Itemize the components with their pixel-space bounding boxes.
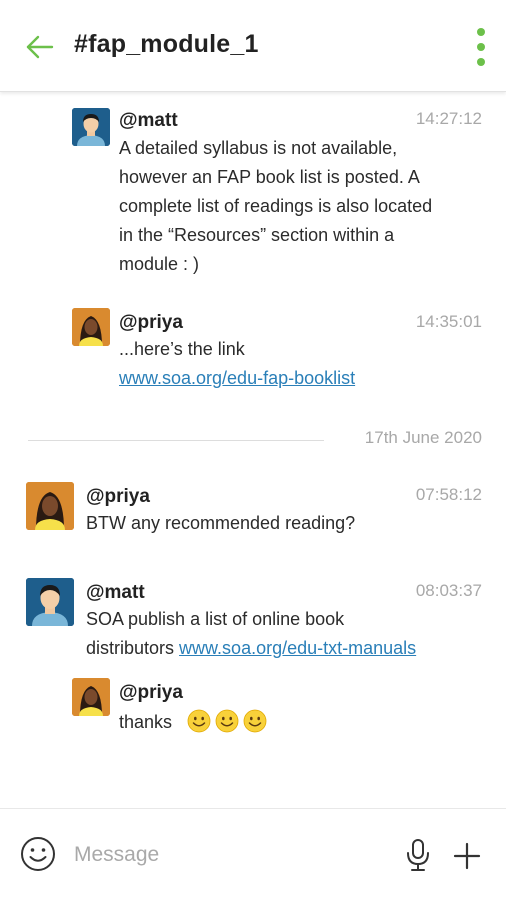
smiling-face-icon	[187, 709, 211, 733]
plus-icon	[453, 842, 481, 870]
message-line: A detailed syllabus is not available,	[119, 138, 398, 158]
smiling-face-icon	[215, 709, 239, 733]
message-line: ...here’s the link	[119, 339, 245, 359]
message-username[interactable]: @priya	[119, 682, 183, 704]
message-line: distributors	[86, 638, 180, 658]
message-timestamp: 07:58:12	[415, 485, 482, 504]
message-composer	[0, 808, 506, 900]
arrow-left-icon	[26, 35, 54, 59]
user-avatar-icon	[26, 482, 74, 530]
avatar[interactable]	[26, 578, 74, 626]
message-item: @priya 07:58:12 BTW any recommended read…	[0, 476, 506, 556]
message-timestamp: 14:27:12	[415, 109, 482, 128]
message-input[interactable]	[74, 839, 374, 871]
user-avatar-icon	[72, 108, 110, 146]
channel-title: #fap_module_1	[74, 30, 259, 58]
message-username[interactable]: @priya	[86, 486, 150, 508]
message-text: thanks	[119, 708, 489, 737]
message-link[interactable]: www.soa.org/edu-txt-manuals	[179, 638, 416, 658]
message-username[interactable]: @matt	[119, 110, 178, 132]
message-username[interactable]: @priya	[119, 312, 183, 334]
message-list[interactable]: @matt 14:27:12 A detailed syllabus is no…	[0, 92, 506, 808]
message-item: @matt 14:27:12 A detailed syllabus is no…	[0, 92, 506, 292]
emoji-button[interactable]	[20, 836, 56, 872]
back-button[interactable]	[22, 30, 56, 64]
message-text: A detailed syllabus is not available, ho…	[119, 134, 489, 279]
message-text: ...here’s the link www.soa.org/edu-fap-b…	[119, 335, 489, 393]
user-avatar-icon	[72, 308, 110, 346]
avatar[interactable]	[72, 108, 110, 146]
message-link[interactable]: www.soa.org/edu-fap-booklist	[119, 368, 355, 388]
message-line: thanks	[119, 712, 173, 732]
app-header: #fap_module_1	[0, 0, 506, 92]
message-username[interactable]: @matt	[86, 582, 145, 604]
message-item: @priya 14:35:01 ...here’s the link www.s…	[0, 302, 506, 392]
message-text: BTW any recommended reading?	[86, 513, 356, 533]
message-line: however an FAP book list is posted. A	[119, 167, 420, 187]
smiling-face-icon	[243, 709, 267, 733]
smiley-icon	[21, 837, 55, 871]
user-avatar-icon	[26, 578, 74, 626]
microphone-icon	[407, 839, 429, 871]
date-separator: 17th June 2020	[28, 428, 482, 452]
message-timestamp: 08:03:37	[415, 581, 482, 600]
user-avatar-icon	[72, 678, 110, 716]
microphone-button[interactable]	[404, 837, 432, 873]
avatar[interactable]	[72, 678, 110, 716]
message-text: SOA publish a list of online book distri…	[86, 605, 496, 663]
date-label: 17th June 2020	[364, 428, 482, 447]
message-item: @matt 08:03:37 SOA publish a list of onl…	[0, 572, 506, 672]
divider	[28, 440, 324, 441]
more-vertical-icon[interactable]	[474, 28, 488, 66]
message-line: in the “Resources” section within a	[119, 225, 395, 245]
avatar[interactable]	[72, 308, 110, 346]
message-line: complete list of readings is also locate…	[119, 196, 433, 216]
add-button[interactable]	[452, 841, 482, 871]
message-line: SOA publish a list of online book	[86, 609, 345, 629]
avatar[interactable]	[26, 482, 74, 530]
message-item: @priya thanks	[0, 672, 506, 742]
message-timestamp: 14:35:01	[415, 312, 482, 331]
message-line: module : )	[119, 254, 200, 274]
